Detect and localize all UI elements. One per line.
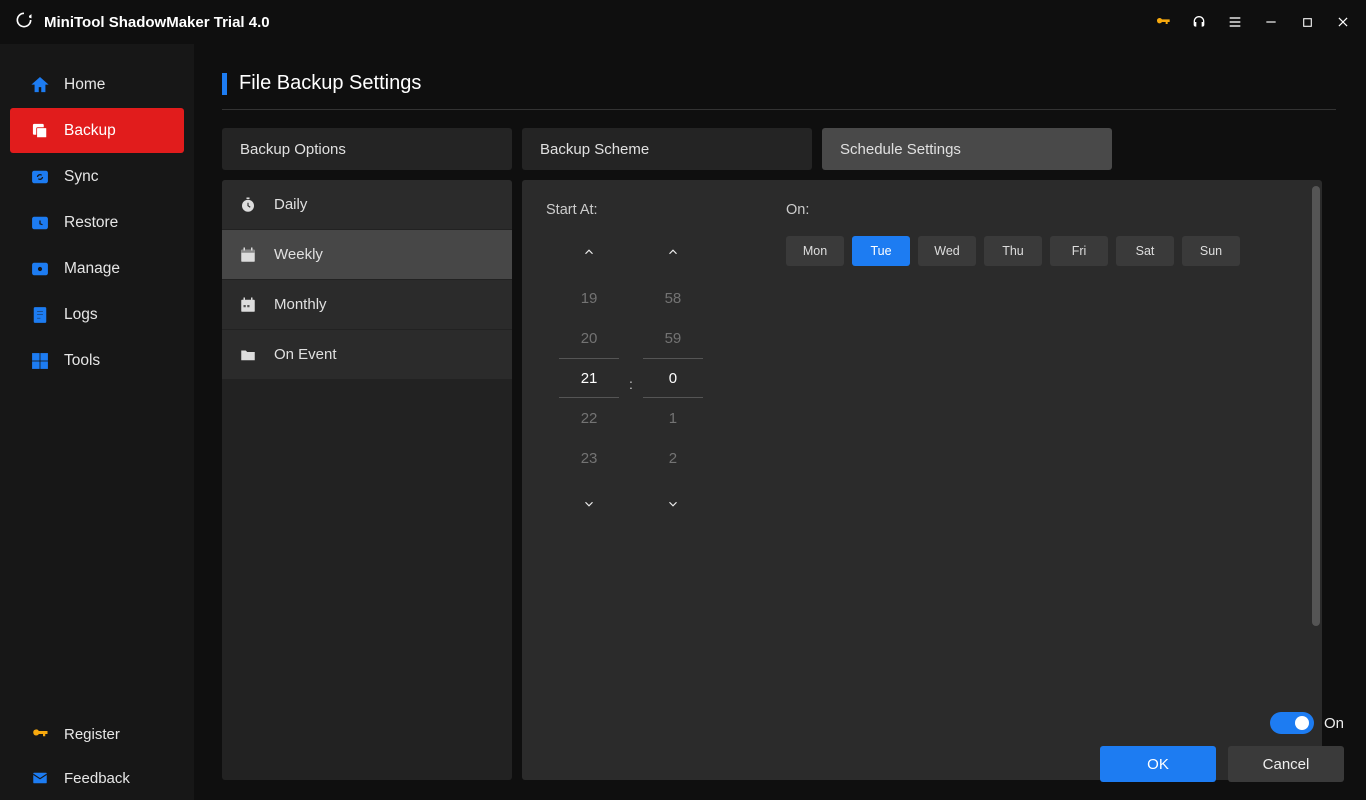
sidebar-item-sync[interactable]: Sync	[10, 154, 184, 199]
minute-up-icon[interactable]	[637, 236, 709, 268]
maximize-icon[interactable]	[1298, 13, 1316, 31]
day-wed[interactable]: Wed	[918, 236, 976, 266]
key-icon[interactable]	[1154, 13, 1172, 31]
start-at-label: Start At:	[546, 202, 716, 218]
time-picker: 19 20 21 22 23 :	[546, 236, 716, 520]
minute-option[interactable]: 1	[643, 398, 703, 438]
sidebar-item-label: Tools	[64, 352, 100, 370]
time-colon: :	[625, 376, 637, 392]
hour-option[interactable]: 19	[559, 278, 619, 318]
footer-label: Feedback	[64, 770, 130, 787]
sidebar-item-backup[interactable]: Backup	[10, 108, 184, 153]
sidebar-item-home[interactable]: Home	[10, 62, 184, 107]
cancel-button[interactable]: Cancel	[1228, 746, 1344, 782]
ok-button[interactable]: OK	[1100, 746, 1216, 782]
hour-selected[interactable]: 21	[559, 358, 619, 398]
day-thu[interactable]: Thu	[984, 236, 1042, 266]
menu-icon[interactable]	[1226, 13, 1244, 31]
app-title: MiniTool ShadowMaker Trial 4.0	[44, 14, 270, 31]
home-icon	[30, 75, 50, 95]
schedule-mode-label: On Event	[274, 346, 337, 363]
backup-icon	[30, 121, 50, 141]
minute-option[interactable]: 58	[643, 278, 703, 318]
minute-option[interactable]: 2	[643, 438, 703, 478]
schedule-mode-list: Daily Weekly Monthly On Event	[222, 180, 512, 780]
hour-option[interactable]: 20	[559, 318, 619, 358]
minimize-icon[interactable]	[1262, 13, 1280, 31]
sidebar-item-label: Manage	[64, 260, 120, 278]
weekday-row: Mon Tue Wed Thu Fri Sat Sun	[786, 236, 1298, 266]
sidebar-item-restore[interactable]: Restore	[10, 200, 184, 245]
day-mon[interactable]: Mon	[786, 236, 844, 266]
main-content: File Backup Settings Backup Options Back…	[194, 44, 1366, 800]
hour-down-icon[interactable]	[553, 488, 625, 520]
day-sat[interactable]: Sat	[1116, 236, 1174, 266]
tab-backup-scheme[interactable]: Backup Scheme	[522, 128, 812, 170]
schedule-mode-label: Weekly	[274, 246, 323, 263]
schedule-editor: Start At: 19 20 21 22 23	[522, 180, 1322, 780]
sidebar-item-label: Logs	[64, 306, 98, 324]
sync-icon	[30, 167, 50, 187]
clock-icon	[238, 195, 258, 215]
schedule-mode-on-event[interactable]: On Event	[222, 330, 512, 380]
titlebar-controls	[1154, 13, 1352, 31]
schedule-mode-daily[interactable]: Daily	[222, 180, 512, 230]
day-tue[interactable]: Tue	[852, 236, 910, 266]
sidebar: Home Backup Sync Restore Manage Logs Too…	[0, 44, 194, 800]
sidebar-item-manage[interactable]: Manage	[10, 246, 184, 291]
tab-backup-options[interactable]: Backup Options	[222, 128, 512, 170]
key-icon	[30, 724, 50, 744]
hour-wheel[interactable]: 19 20 21 22 23	[553, 236, 625, 520]
schedule-mode-monthly[interactable]: Monthly	[222, 280, 512, 330]
logs-icon	[30, 305, 50, 325]
manage-icon	[30, 259, 50, 279]
title-accent-bar	[222, 73, 227, 95]
hour-option[interactable]: 23	[559, 438, 619, 478]
hour-up-icon[interactable]	[553, 236, 625, 268]
schedule-mode-label: Daily	[274, 196, 307, 213]
mail-icon	[30, 768, 50, 788]
minute-down-icon[interactable]	[637, 488, 709, 520]
footer-controls: On OK Cancel	[1100, 712, 1344, 782]
minute-option[interactable]: 59	[643, 318, 703, 358]
app-logo-icon	[14, 10, 34, 35]
settings-tabs: Backup Options Backup Scheme Schedule Se…	[222, 128, 1346, 170]
calendar-month-icon	[238, 295, 258, 315]
sidebar-item-label: Home	[64, 76, 105, 94]
sidebar-item-logs[interactable]: Logs	[10, 292, 184, 337]
toggle-label: On	[1324, 715, 1344, 732]
sidebar-item-label: Sync	[64, 168, 98, 186]
tab-schedule-settings[interactable]: Schedule Settings	[822, 128, 1112, 170]
sidebar-feedback[interactable]: Feedback	[0, 756, 194, 800]
scrollbar[interactable]	[1312, 186, 1320, 626]
headset-icon[interactable]	[1190, 13, 1208, 31]
hour-option[interactable]: 22	[559, 398, 619, 438]
sidebar-register[interactable]: Register	[0, 712, 194, 756]
restore-icon	[30, 213, 50, 233]
minute-selected[interactable]: 0	[643, 358, 703, 398]
calendar-week-icon	[238, 245, 258, 265]
close-icon[interactable]	[1334, 13, 1352, 31]
sidebar-item-label: Restore	[64, 214, 118, 232]
on-label: On:	[786, 202, 1298, 218]
page-title-row: File Backup Settings	[222, 72, 1336, 110]
day-sun[interactable]: Sun	[1182, 236, 1240, 266]
tools-icon	[30, 351, 50, 371]
folder-icon	[238, 345, 258, 365]
schedule-mode-weekly[interactable]: Weekly	[222, 230, 512, 280]
footer-label: Register	[64, 726, 120, 743]
sidebar-item-label: Backup	[64, 122, 116, 140]
sidebar-item-tools[interactable]: Tools	[10, 338, 184, 383]
schedule-toggle[interactable]	[1270, 712, 1314, 734]
title-bar: MiniTool ShadowMaker Trial 4.0	[0, 0, 1366, 44]
day-fri[interactable]: Fri	[1050, 236, 1108, 266]
page-title: File Backup Settings	[239, 72, 421, 95]
minute-wheel[interactable]: 58 59 0 1 2	[637, 236, 709, 520]
schedule-mode-label: Monthly	[274, 296, 327, 313]
